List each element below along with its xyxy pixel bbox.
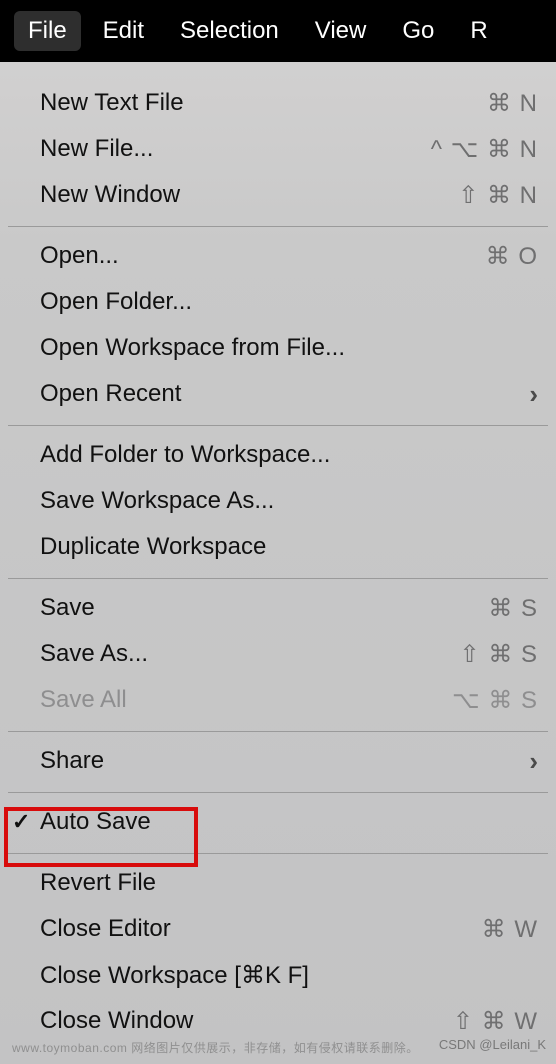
menu-item-open-recent[interactable]: Open Recent › bbox=[0, 371, 556, 417]
menu-group: Add Folder to Workspace... Save Workspac… bbox=[0, 426, 556, 578]
watermark-text: www.toymoban.com 网络图片仅供展示，非存储，如有侵权请联系删除。 bbox=[12, 1039, 419, 1056]
menu-item-label: New Window bbox=[40, 181, 458, 209]
menu-item-revert-file[interactable]: Revert File bbox=[0, 860, 556, 906]
menu-item-label: Add Folder to Workspace... bbox=[40, 441, 538, 469]
menu-item-open-folder[interactable]: Open Folder... bbox=[0, 279, 556, 325]
menu-item-label: Save Workspace As... bbox=[40, 487, 538, 515]
menubar-item-go[interactable]: Go bbox=[388, 11, 448, 51]
menu-item-label: New Text File bbox=[40, 89, 487, 117]
menu-item-shortcut: ⌘ W bbox=[482, 915, 538, 944]
menu-item-save-all: Save All ⌥ ⌘ S bbox=[0, 677, 556, 723]
menu-item-shortcut: ⌥ ⌘ S bbox=[452, 686, 538, 715]
chevron-right-icon: › bbox=[529, 746, 538, 777]
menu-item-label: Open Folder... bbox=[40, 288, 538, 316]
menu-item-duplicate-workspace[interactable]: Duplicate Workspace bbox=[0, 524, 556, 570]
menu-item-label: Save As... bbox=[40, 640, 460, 668]
menu-item-save[interactable]: Save ⌘ S bbox=[0, 585, 556, 631]
menu-item-new-text-file[interactable]: New Text File ⌘ N bbox=[0, 80, 556, 126]
menu-item-close-workspace[interactable]: Close Workspace [⌘K F] bbox=[0, 952, 556, 998]
menu-group: Open... ⌘ O Open Folder... Open Workspac… bbox=[0, 227, 556, 425]
menu-item-label: New File... bbox=[40, 135, 431, 163]
menu-item-label: Open... bbox=[40, 242, 486, 270]
menu-item-new-file[interactable]: New File... ^ ⌥ ⌘ N bbox=[0, 126, 556, 172]
menu-item-label: Close Window bbox=[40, 1007, 453, 1035]
menu-group: Share › bbox=[0, 732, 556, 792]
file-dropdown-menu: New Text File ⌘ N New File... ^ ⌥ ⌘ N Ne… bbox=[0, 62, 556, 1064]
menu-item-label: Save All bbox=[40, 686, 452, 714]
menu-item-auto-save[interactable]: ✓ Auto Save bbox=[0, 799, 556, 845]
menu-item-label: Open Recent bbox=[40, 380, 529, 408]
menu-item-label: Revert File bbox=[40, 869, 538, 897]
menu-item-shortcut: ⌘ O bbox=[486, 242, 538, 271]
menubar-item-r[interactable]: R bbox=[456, 11, 501, 51]
menubar-item-edit[interactable]: Edit bbox=[89, 11, 158, 51]
menu-item-save-as[interactable]: Save As... ⇧ ⌘ S bbox=[0, 631, 556, 677]
menu-item-save-workspace-as[interactable]: Save Workspace As... bbox=[0, 478, 556, 524]
menu-item-label: Share bbox=[40, 747, 529, 775]
menu-item-label: Save bbox=[40, 594, 488, 622]
menu-item-shortcut: ⌘ S bbox=[488, 594, 538, 623]
menu-item-label: Auto Save bbox=[40, 808, 538, 836]
menu-item-open-workspace-from-file[interactable]: Open Workspace from File... bbox=[0, 325, 556, 371]
check-icon: ✓ bbox=[12, 809, 30, 835]
menu-item-shortcut: ^ ⌥ ⌘ N bbox=[431, 135, 538, 164]
menu-group: Revert File Close Editor ⌘ W Close Works… bbox=[0, 854, 556, 1052]
menu-group: ✓ Auto Save bbox=[0, 793, 556, 853]
menu-item-open[interactable]: Open... ⌘ O bbox=[0, 233, 556, 279]
menubar-item-view[interactable]: View bbox=[301, 11, 381, 51]
menu-group: New Text File ⌘ N New File... ^ ⌥ ⌘ N Ne… bbox=[0, 74, 556, 226]
menu-item-shortcut: ⌘ N bbox=[487, 89, 538, 118]
menu-item-new-window[interactable]: New Window ⇧ ⌘ N bbox=[0, 172, 556, 218]
menu-item-label: Close Workspace [⌘K F] bbox=[40, 961, 538, 990]
menu-item-label: Close Editor bbox=[40, 915, 482, 943]
menu-item-label: Open Workspace from File... bbox=[40, 334, 538, 362]
menu-item-close-editor[interactable]: Close Editor ⌘ W bbox=[0, 906, 556, 952]
menubar-item-file[interactable]: File bbox=[14, 11, 81, 51]
menu-item-shortcut: ⇧ ⌘ S bbox=[460, 640, 538, 669]
menu-item-share[interactable]: Share › bbox=[0, 738, 556, 784]
menubar-item-selection[interactable]: Selection bbox=[166, 11, 293, 51]
menubar: File Edit Selection View Go R bbox=[0, 0, 556, 62]
watermark-text: CSDN @Leilani_K bbox=[439, 1037, 546, 1052]
menu-item-label: Duplicate Workspace bbox=[40, 533, 538, 561]
menu-group: Save ⌘ S Save As... ⇧ ⌘ S Save All ⌥ ⌘ S bbox=[0, 579, 556, 731]
menu-item-shortcut: ⇧ ⌘ W bbox=[453, 1007, 538, 1036]
menu-item-shortcut: ⇧ ⌘ N bbox=[458, 181, 538, 210]
chevron-right-icon: › bbox=[529, 379, 538, 410]
menu-item-add-folder-to-workspace[interactable]: Add Folder to Workspace... bbox=[0, 432, 556, 478]
